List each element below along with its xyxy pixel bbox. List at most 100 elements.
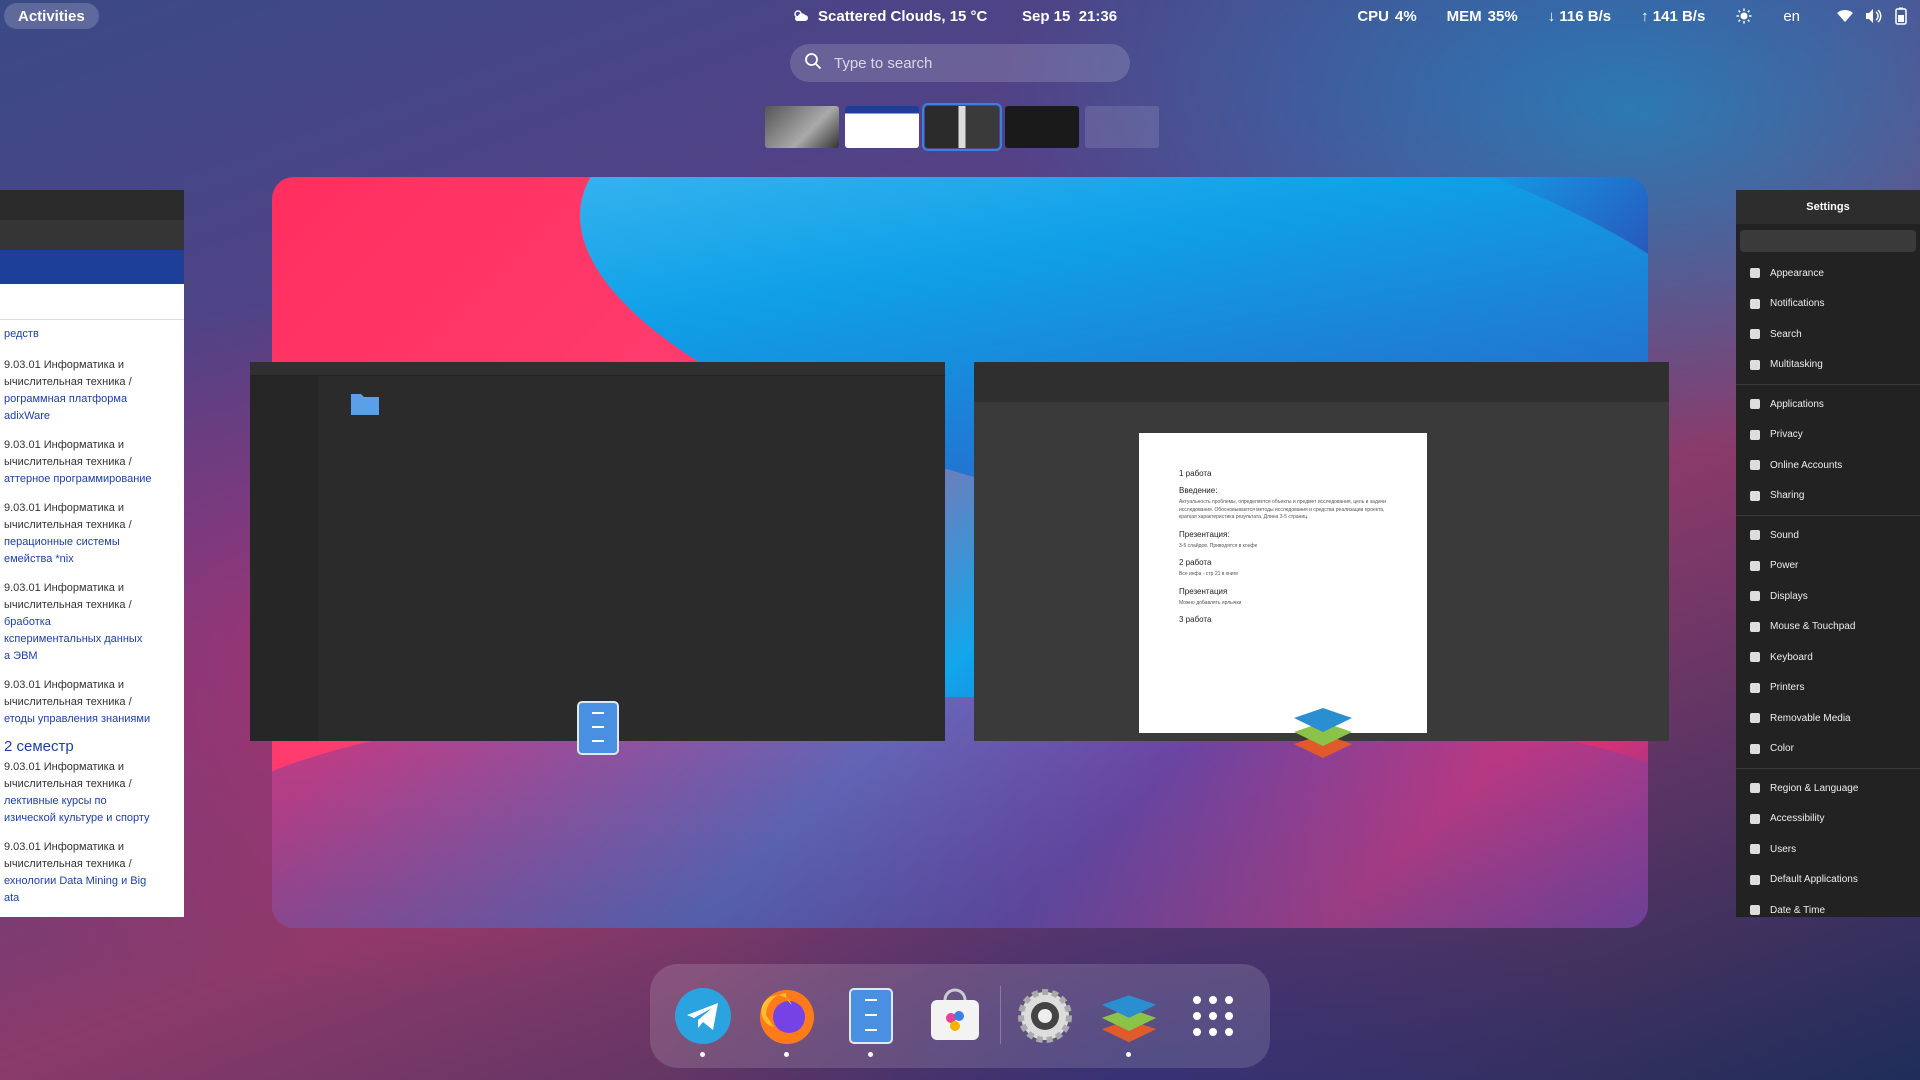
settings-item-label: Keyboard	[1770, 651, 1813, 663]
mem-value: 35%	[1487, 7, 1518, 25]
workspace-thumbnail-2[interactable]	[845, 106, 919, 148]
settings-item[interactable]: Online Accounts	[1736, 450, 1920, 481]
brightness-indicator[interactable]	[1735, 7, 1753, 25]
course-line[interactable]: а ЭВМ	[4, 648, 180, 665]
settings-search-field[interactable]	[1740, 230, 1916, 252]
workspace-thumbnail-1[interactable]	[765, 106, 839, 148]
course-line[interactable]: кспериментальных данных	[4, 631, 180, 648]
settings-item[interactable]: Appearance	[1736, 258, 1920, 289]
course-line[interactable]: изической культуре и спорту	[4, 810, 180, 827]
telegram-icon[interactable]	[672, 985, 734, 1057]
keyboard-layout[interactable]: en	[1783, 8, 1800, 25]
course-line[interactable]: перационные системы	[4, 534, 180, 551]
course-line[interactable]: лективные курсы по	[4, 793, 180, 810]
settings-item[interactable]: Color	[1736, 734, 1920, 765]
settings-item-label: Notifications	[1770, 298, 1825, 310]
upload-speed[interactable]: ↑ 141 B/s	[1641, 8, 1705, 25]
settings-item-label: Appearance	[1770, 267, 1824, 279]
settings-item[interactable]: Users	[1736, 834, 1920, 865]
course-line: 9.03.01 Информатика и	[4, 439, 125, 451]
settings-item[interactable]: Region & Language	[1736, 773, 1920, 804]
workspace-thumbnail-4[interactable]	[1005, 106, 1079, 148]
upload-text: ↑ 141 B/s	[1641, 7, 1706, 25]
settings-item-icon	[1750, 530, 1760, 541]
software-center-icon[interactable]	[924, 985, 986, 1047]
course-line: 9.03.01 Информатика и	[4, 679, 125, 691]
course-line: 9.03.01 Информатика и	[4, 359, 125, 371]
settings-item-icon	[1750, 591, 1760, 602]
overview-search[interactable]	[790, 44, 1130, 82]
browser-search-row	[0, 284, 184, 320]
firefox-icon[interactable]	[756, 985, 818, 1057]
settings-item-label: Displays	[1770, 590, 1808, 602]
files-window-preview[interactable]	[250, 362, 945, 741]
settings-icon[interactable]	[1014, 985, 1076, 1047]
settings-item[interactable]: Accessibility	[1736, 804, 1920, 835]
course-line[interactable]: ata	[4, 890, 180, 907]
settings-item-label: Removable Media	[1770, 712, 1851, 724]
settings-item-icon	[1750, 874, 1760, 885]
settings-item[interactable]: Displays	[1736, 581, 1920, 612]
course-line[interactable]: редств	[4, 326, 180, 343]
weather-indicator[interactable]: Scattered Clouds, 15 °C	[792, 0, 987, 32]
settings-item-icon	[1750, 490, 1760, 501]
settings-item-icon	[1750, 652, 1760, 663]
settings-item-label: Color	[1770, 743, 1794, 755]
course-line[interactable]: рограммная платформа	[4, 391, 180, 408]
files-icon[interactable]	[840, 985, 902, 1057]
settings-item[interactable]: Search	[1736, 319, 1920, 350]
course-line[interactable]: ехнологии Data Mining и Big	[4, 873, 180, 890]
workspace-thumbnail-empty[interactable]	[1085, 106, 1159, 148]
settings-item[interactable]: Default Applications	[1736, 865, 1920, 896]
onlyoffice-icon[interactable]	[1098, 985, 1160, 1057]
cpu-monitor[interactable]: CPU 4%	[1357, 8, 1416, 25]
settings-item-label: Power	[1770, 560, 1799, 572]
semester-heading: 2 семестр	[4, 738, 74, 755]
workspace-switcher	[765, 103, 1159, 151]
settings-item[interactable]: Printers	[1736, 673, 1920, 704]
settings-item[interactable]: Keyboard	[1736, 642, 1920, 673]
course-line[interactable]: бработка	[4, 614, 180, 631]
settings-item[interactable]: Power	[1736, 551, 1920, 582]
course-line[interactable]: adixWare	[4, 408, 180, 425]
settings-window-preview[interactable]: Settings Appearance Notifications Search Mu…	[1736, 190, 1920, 917]
doc-intro-text: Актуальность проблемы, определяется объе…	[1179, 499, 1386, 520]
settings-item[interactable]: Notifications	[1736, 289, 1920, 320]
clock[interactable]: Sep 15 21:36	[1022, 0, 1117, 32]
activities-button[interactable]: Activities	[4, 3, 99, 29]
course-line[interactable]: емейства *nix	[4, 551, 180, 568]
doc-intro: Введение:	[1179, 486, 1218, 495]
doc-heading-2-text: Все инфа - стр 21 в книге	[1179, 571, 1239, 577]
settings-item[interactable]: Mouse & Touchpad	[1736, 612, 1920, 643]
sidebar-row	[256, 395, 312, 408]
download-speed[interactable]: ↓ 116 B/s	[1548, 8, 1611, 25]
dock-separator	[1000, 986, 1001, 1044]
settings-item[interactable]: Privacy	[1736, 420, 1920, 451]
settings-item[interactable]: Sound	[1736, 520, 1920, 551]
search-input[interactable]	[834, 54, 1094, 72]
settings-item[interactable]: Removable Media	[1736, 703, 1920, 734]
workspace-thumbnail-3[interactable]	[922, 103, 1002, 151]
mem-label: MEM	[1446, 7, 1482, 25]
app-grid-icon[interactable]	[1182, 985, 1244, 1047]
sun-icon	[1735, 7, 1753, 25]
system-menu[interactable]	[1836, 7, 1910, 25]
doc-heading-2: 2 работа	[1179, 558, 1212, 567]
running-indicator	[868, 1052, 873, 1057]
mem-monitor[interactable]: MEM 35%	[1447, 8, 1518, 25]
course-line: 9.03.01 Информатика и	[4, 582, 125, 594]
dock	[650, 964, 1270, 1068]
browser-window-preview[interactable]: редств 9.03.01 Информатика и ычислительн…	[0, 190, 184, 917]
top-bar: Activities Scattered Clouds, 15 °C Sep 1…	[0, 0, 1920, 32]
settings-separator	[1736, 515, 1920, 516]
settings-item-label: Sharing	[1770, 490, 1805, 502]
course-line[interactable]: етоды управления знаниями	[4, 711, 180, 728]
settings-item[interactable]: Applications	[1736, 389, 1920, 420]
settings-item[interactable]: Date & Time	[1736, 895, 1920, 917]
course-line: ычислительная техника /	[4, 456, 132, 468]
settings-item-label: Accessibility	[1770, 813, 1825, 825]
settings-item-icon	[1750, 905, 1760, 916]
settings-item[interactable]: Multitasking	[1736, 350, 1920, 381]
course-line[interactable]: аттерное программирование	[4, 471, 180, 488]
settings-item[interactable]: Sharing	[1736, 481, 1920, 512]
